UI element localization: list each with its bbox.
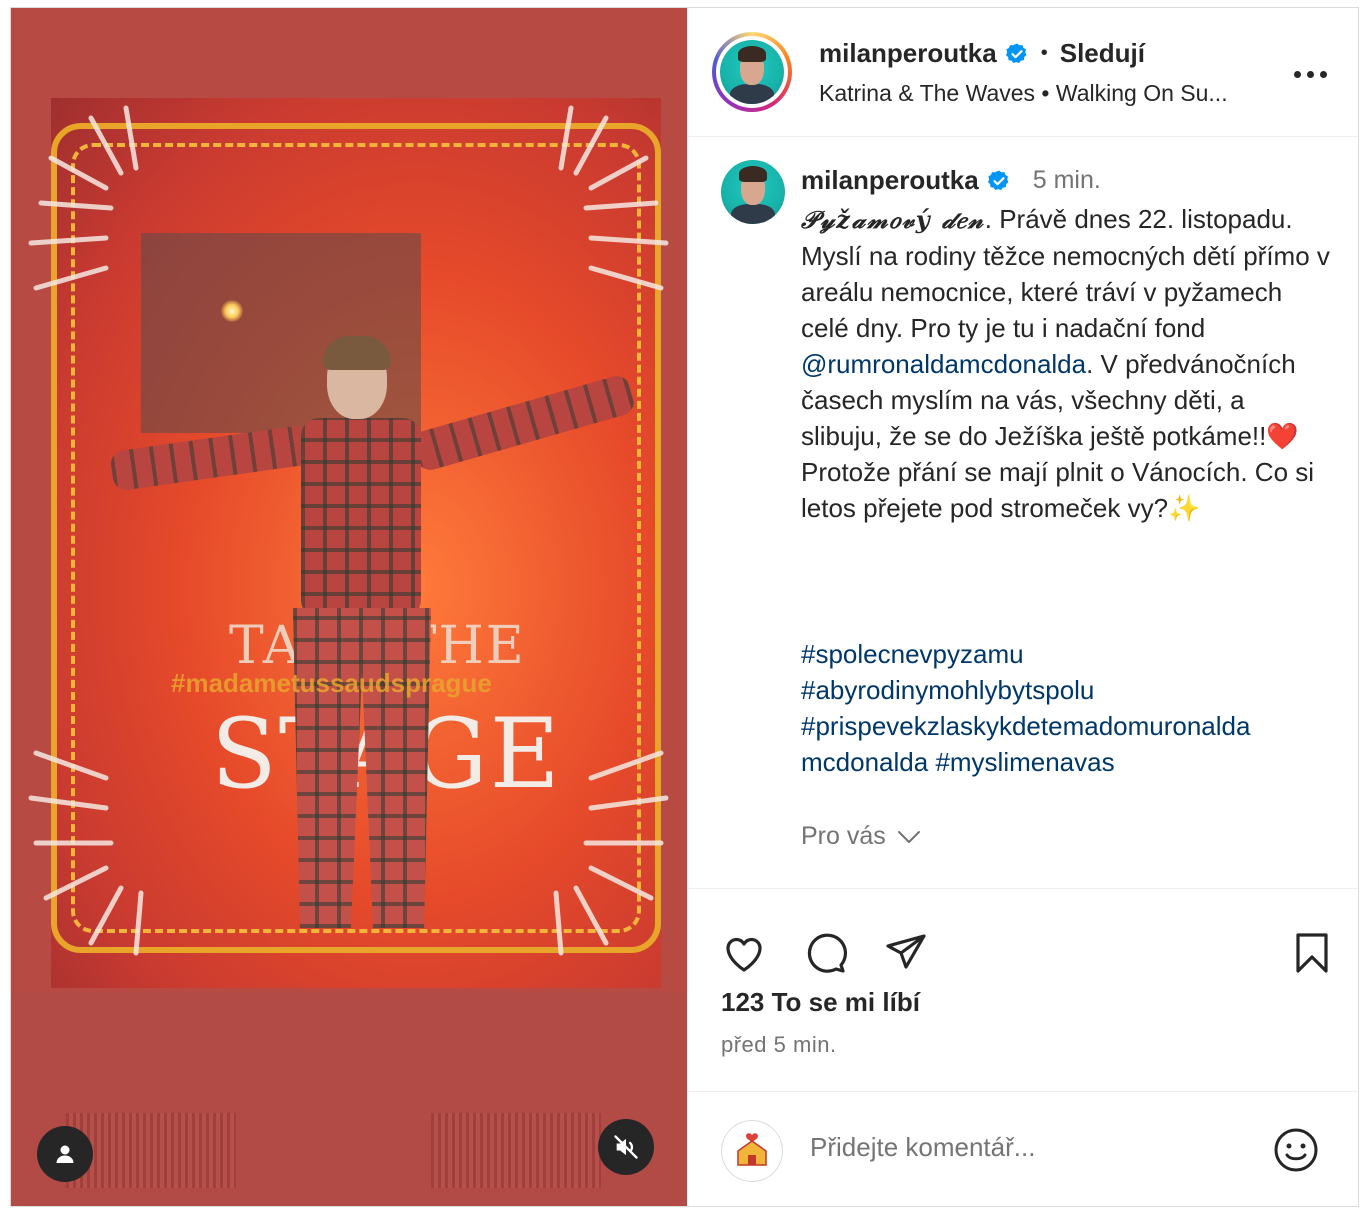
mute-icon bbox=[614, 1135, 638, 1159]
avatar bbox=[720, 40, 784, 104]
caption-avatar[interactable] bbox=[721, 160, 785, 224]
hashtag-link[interactable]: #spolecnevpyzamu bbox=[801, 639, 1024, 669]
post-side-panel: milanperoutka • Sledují Katrina & The Wa… bbox=[687, 8, 1358, 1206]
wall-vent-right bbox=[431, 1113, 601, 1188]
caption: milanperoutka 5 min. 𝒫𝓎ž𝒶𝓂𝑜𝓋ý 𝒹𝑒𝓃. Právě… bbox=[688, 138, 1358, 888]
music-info[interactable]: Katrina & The Waves • Walking On Su... bbox=[819, 80, 1228, 107]
header-title: milanperoutka • Sledují bbox=[819, 38, 1145, 69]
hashtag-link-continued[interactable]: mcdonalda bbox=[801, 747, 928, 777]
likes-count[interactable]: 123 To se mi líbí bbox=[721, 987, 920, 1018]
comment-input[interactable] bbox=[810, 1132, 1230, 1163]
following-button[interactable]: Sledují bbox=[1060, 38, 1145, 69]
user-icon bbox=[56, 1145, 74, 1163]
heart-icon[interactable] bbox=[720, 929, 768, 977]
avatar-hair bbox=[738, 166, 768, 182]
mute-button[interactable] bbox=[598, 1119, 654, 1175]
emoji-icon[interactable] bbox=[1272, 1126, 1320, 1174]
chevron-down-icon bbox=[897, 830, 920, 843]
header-username[interactable]: milanperoutka bbox=[819, 38, 997, 69]
more-options-icon[interactable] bbox=[1294, 68, 1334, 80]
verified-badge-icon bbox=[987, 170, 1009, 190]
header-separator: • bbox=[1040, 42, 1048, 64]
caption-username[interactable]: milanperoutka bbox=[801, 165, 979, 196]
bookmark-icon[interactable] bbox=[1288, 929, 1336, 977]
avatar-ring-gap bbox=[716, 36, 788, 108]
caption-text: 𝒫𝓎ž𝒶𝓂𝑜𝓋ý 𝒹𝑒𝓃. Právě dnes 22. listopadu. … bbox=[801, 201, 1331, 526]
hashtag-link[interactable]: #prispevekzlaskykdetemadomuronalda bbox=[801, 711, 1250, 741]
hashtag-link[interactable]: #myslimenavas bbox=[935, 747, 1114, 777]
for-you-toggle[interactable]: Pro vás bbox=[801, 822, 922, 851]
caption-mention-link[interactable]: @rumronaldamcdonalda bbox=[801, 349, 1086, 379]
post-media[interactable]: TAKE THE STAGE #madametussaudsprague bbox=[11, 8, 687, 1206]
post-header: milanperoutka • Sledují Katrina & The Wa… bbox=[688, 8, 1358, 137]
caption-script-title: 𝒫𝓎ž𝒶𝓂𝑜𝓋ý 𝒹𝑒𝓃 bbox=[801, 205, 985, 234]
more-dot bbox=[1307, 70, 1314, 78]
story-avatar[interactable] bbox=[712, 32, 792, 112]
house-logo-icon bbox=[737, 1133, 767, 1166]
verified-badge-icon bbox=[1005, 43, 1027, 63]
comment-icon[interactable] bbox=[801, 929, 849, 977]
post-timestamp[interactable]: před 5 min. bbox=[721, 1032, 837, 1058]
tagged-users-button[interactable] bbox=[37, 1126, 93, 1182]
more-dot bbox=[1320, 70, 1327, 78]
more-dot bbox=[1294, 70, 1301, 78]
post-dialog: TAKE THE STAGE #madametussaudsprague bbox=[10, 7, 1359, 1207]
avatar-shirt bbox=[731, 203, 775, 224]
avatar-shirt bbox=[730, 83, 774, 104]
current-user-avatar[interactable] bbox=[721, 1120, 783, 1182]
caption-time[interactable]: 5 min. bbox=[1033, 166, 1101, 195]
caption-header: milanperoutka 5 min. bbox=[801, 165, 1101, 196]
caption-hashtags: #spolecnevpyzamu #abyrodinymohlybytspolu… bbox=[801, 636, 1331, 780]
hashtag-link[interactable]: #abyrodinymohlybytspolu bbox=[801, 675, 1094, 705]
send-icon[interactable] bbox=[882, 929, 930, 977]
avatar-hair bbox=[737, 46, 767, 62]
comment-composer bbox=[688, 1091, 1358, 1206]
for-you-label: Pro vás bbox=[801, 822, 886, 850]
